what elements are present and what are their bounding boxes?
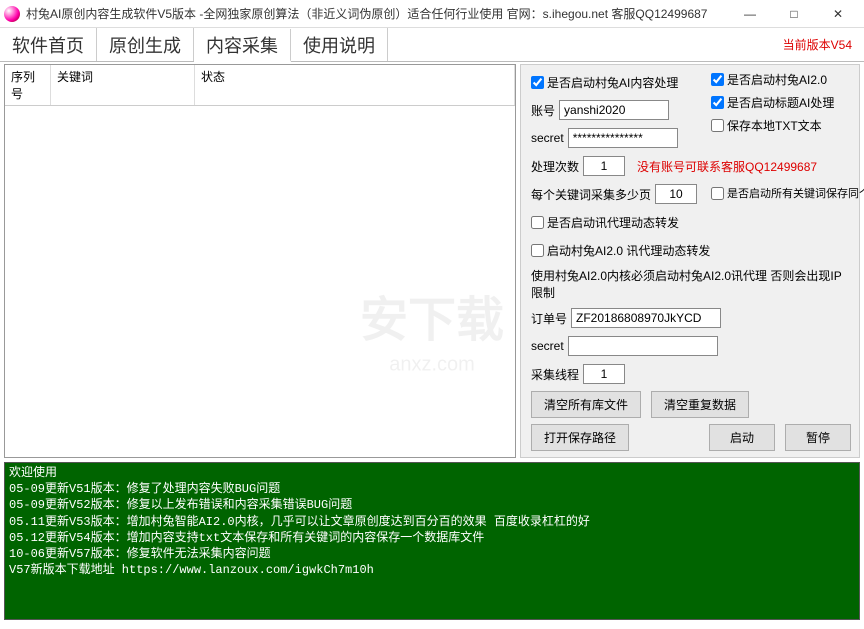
list-header: 序列号 关键词 状态 bbox=[5, 65, 515, 106]
secret-input[interactable] bbox=[568, 128, 678, 148]
col-keyword[interactable]: 关键词 bbox=[51, 65, 195, 105]
close-button[interactable]: ✕ bbox=[816, 1, 860, 27]
tab-collect[interactable]: 内容采集 bbox=[194, 29, 291, 62]
minimize-button[interactable]: — bbox=[728, 1, 772, 27]
tab-generate[interactable]: 原创生成 bbox=[97, 28, 194, 61]
lbl-threads: 采集线程 bbox=[531, 366, 579, 383]
titlebar: 村兔AI原创内容生成软件V5版本 -全网独家原创算法（非近义词伪原创）适合任何行… bbox=[0, 0, 864, 28]
start-button[interactable]: 启动 bbox=[709, 424, 775, 451]
col-status[interactable]: 状态 bbox=[195, 65, 515, 105]
open-path-button[interactable]: 打开保存路径 bbox=[531, 424, 629, 451]
chk-xundaili[interactable]: 是否启动讯代理动态转发 bbox=[531, 214, 679, 231]
chk-all-kw-db[interactable]: 是否启动所有关键词保存同个数据库 bbox=[711, 187, 841, 201]
tab-home[interactable]: 软件首页 bbox=[0, 28, 97, 61]
clear-dup-button[interactable]: 清空重复数据 bbox=[651, 391, 749, 418]
chk-ai2[interactable]: 是否启动村兔AI2.0 bbox=[711, 71, 851, 88]
process-count-input[interactable] bbox=[583, 156, 625, 176]
lbl-account: 账号 bbox=[531, 102, 555, 119]
chk-ai-content[interactable]: 是否启动村兔AI内容处理 bbox=[531, 74, 678, 91]
keyword-list[interactable]: 序列号 关键词 状态 bbox=[4, 64, 516, 458]
settings-panel: 是否启动村兔AI内容处理 账号 secret 是否启动村兔AI2.0 是否启动标… bbox=[520, 64, 860, 458]
account-input[interactable] bbox=[559, 100, 669, 120]
pause-button[interactable]: 暂停 bbox=[785, 424, 851, 451]
no-account-tip: 没有账号可联系客服QQ12499687 bbox=[637, 158, 817, 175]
lbl-process-count: 处理次数 bbox=[531, 158, 579, 175]
version-label: 当前版本V54 bbox=[783, 28, 864, 61]
note-ip: 使用村兔AI2.0内核必须启动村兔AI2.0讯代理 否则会出现IP限制 bbox=[531, 267, 851, 301]
lbl-pages-per-kw: 每个关键词采集多少页 bbox=[531, 186, 651, 203]
chk-ai2-xundaili[interactable]: 启动村兔AI2.0 讯代理动态转发 bbox=[531, 242, 710, 259]
chk-title-ai[interactable]: 是否启动标题AI处理 bbox=[711, 94, 851, 111]
secret2-input[interactable] bbox=[568, 336, 718, 356]
threads-input[interactable] bbox=[583, 364, 625, 384]
lbl-secret2: secret bbox=[531, 339, 564, 353]
clear-lib-button[interactable]: 清空所有库文件 bbox=[531, 391, 641, 418]
app-icon bbox=[4, 6, 20, 22]
chk-save-txt[interactable]: 保存本地TXT文本 bbox=[711, 117, 851, 134]
tab-bar: 软件首页 原创生成 内容采集 使用说明 当前版本V54 bbox=[0, 28, 864, 62]
lbl-order: 订单号 bbox=[531, 310, 567, 327]
tab-help[interactable]: 使用说明 bbox=[291, 28, 388, 61]
col-seq[interactable]: 序列号 bbox=[5, 65, 51, 105]
window-title: 村兔AI原创内容生成软件V5版本 -全网独家原创算法（非近义词伪原创）适合任何行… bbox=[26, 5, 728, 22]
log-area[interactable]: 欢迎使用 05-09更新V51版本：修复了处理内容失败BUG问题 05-09更新… bbox=[4, 462, 860, 620]
maximize-button[interactable]: □ bbox=[772, 1, 816, 27]
lbl-secret: secret bbox=[531, 131, 564, 145]
pages-per-kw-input[interactable] bbox=[655, 184, 697, 204]
order-input[interactable] bbox=[571, 308, 721, 328]
